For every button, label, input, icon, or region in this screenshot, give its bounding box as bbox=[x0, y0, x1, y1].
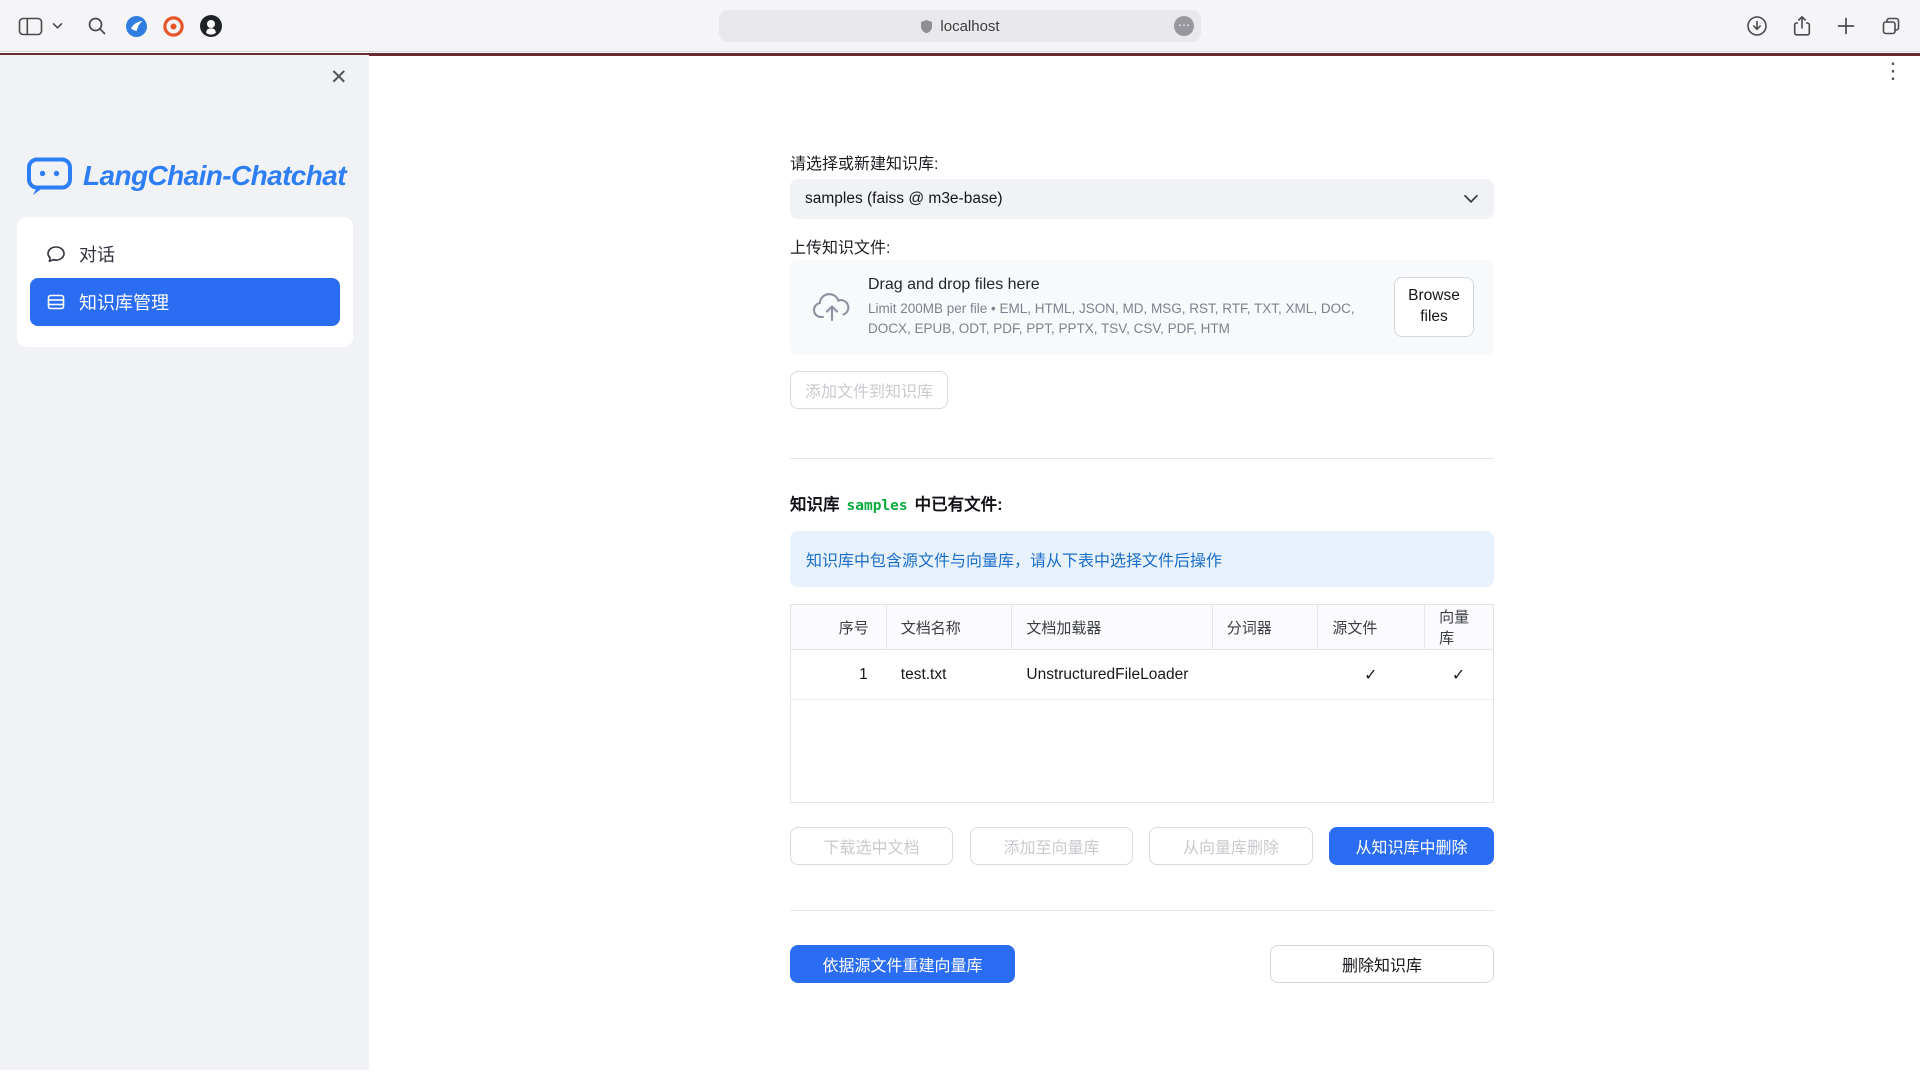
kb-select-label: 请选择或新建知识库: bbox=[790, 150, 938, 174]
info-text: 知识库中包含源文件与向量库，请从下表中选择文件后操作 bbox=[806, 547, 1222, 571]
cell-source-check: ✓ bbox=[1317, 650, 1424, 699]
logo-text: LangChain-Chatchat bbox=[83, 160, 346, 192]
rebuild-vector-store-button[interactable]: 依据源文件重建向量库 bbox=[790, 945, 1015, 983]
toolbar-left-group bbox=[14, 0, 223, 52]
browser-toolbar: localhost ⋯ bbox=[0, 0, 1920, 52]
delete-from-kb-button[interactable]: 从知识库中删除 bbox=[1329, 827, 1494, 865]
sidebar-panel-icon bbox=[18, 16, 43, 37]
kb-select-value: samples (faiss @ m3e-base) bbox=[805, 190, 1003, 208]
table-row[interactable]: 1 test.txt UnstructuredFileLoader ✓ ✓ bbox=[791, 650, 1493, 700]
share-icon bbox=[1792, 15, 1812, 37]
download-selected-button[interactable]: 下载选中文档 bbox=[790, 827, 953, 865]
chevron-down-icon bbox=[1463, 194, 1479, 204]
app-icon-blue[interactable] bbox=[125, 15, 148, 38]
plus-icon bbox=[1836, 16, 1856, 36]
column-header-loader[interactable]: 文档加载器 bbox=[1011, 605, 1211, 649]
column-header-source[interactable]: 源文件 bbox=[1317, 605, 1424, 649]
app-menu-button[interactable]: ⋮ bbox=[1882, 58, 1904, 84]
chevron-down-icon bbox=[52, 22, 63, 30]
screen: localhost ⋯ bbox=[0, 0, 1920, 1080]
sidebar-item-label: 对话 bbox=[79, 241, 115, 267]
sidebar-item-dialogue[interactable]: 对话 bbox=[30, 230, 340, 278]
address-bar[interactable]: localhost ⋯ bbox=[719, 10, 1201, 42]
download-icon bbox=[1746, 15, 1768, 37]
new-tab-button[interactable] bbox=[1832, 12, 1860, 40]
sidebar-toggle-chevron[interactable] bbox=[48, 18, 67, 34]
info-banner: 知识库中包含源文件与向量库，请从下表中选择文件后操作 bbox=[790, 531, 1494, 587]
add-files-button[interactable]: 添加文件到知识库 bbox=[790, 371, 948, 409]
app-logo: LangChain-Chatchat bbox=[26, 155, 346, 197]
column-header-filename[interactable]: 文档名称 bbox=[886, 605, 1012, 649]
chat-bubble-icon bbox=[46, 244, 66, 264]
sidebar: ✕ LangChain-Chatchat 对话 bbox=[0, 55, 369, 1070]
tabs-icon bbox=[1880, 15, 1902, 37]
downloads-button[interactable] bbox=[1742, 11, 1772, 41]
remove-from-vector-button[interactable]: 从向量库删除 bbox=[1149, 827, 1313, 865]
address-text: localhost bbox=[940, 18, 999, 35]
sidebar-item-kb-management[interactable]: 知识库管理 bbox=[30, 278, 340, 326]
github-app-icon[interactable] bbox=[199, 14, 223, 38]
cell-vector-check: ✓ bbox=[1424, 650, 1493, 699]
add-to-vector-button[interactable]: 添加至向量库 bbox=[970, 827, 1133, 865]
cell-splitter bbox=[1212, 650, 1318, 699]
files-heading-suffix: 中已有文件: bbox=[915, 496, 1003, 514]
files-table: 序号 文档名称 文档加载器 分词器 源文件 向量库 1 test.txt Uns… bbox=[790, 604, 1494, 803]
sidebar-close-button[interactable]: ✕ bbox=[330, 65, 348, 90]
toolbar-right-group bbox=[1742, 0, 1906, 52]
search-button[interactable] bbox=[83, 12, 111, 40]
app-icon-orange[interactable] bbox=[162, 15, 185, 38]
browse-files-button[interactable]: Browse files bbox=[1394, 277, 1474, 337]
files-heading-prefix: 知识库 bbox=[790, 496, 840, 514]
divider bbox=[790, 910, 1494, 911]
tab-overview-button[interactable] bbox=[1876, 11, 1906, 41]
kb-selectbox[interactable]: samples (faiss @ m3e-base) bbox=[790, 179, 1494, 219]
table-header-row: 序号 文档名称 文档加载器 分词器 源文件 向量库 bbox=[791, 605, 1493, 650]
file-dropzone[interactable]: Drag and drop files here Limit 200MB per… bbox=[790, 260, 1494, 355]
sidebar-item-label: 知识库管理 bbox=[79, 289, 169, 315]
search-icon bbox=[87, 16, 107, 36]
files-heading: 知识库 samples 中已有文件: bbox=[790, 491, 1003, 515]
upload-label: 上传知识文件: bbox=[790, 234, 890, 258]
sidebar-menu: 对话 知识库管理 bbox=[17, 217, 353, 347]
delete-kb-button[interactable]: 删除知识库 bbox=[1270, 945, 1494, 983]
dropzone-limit: Limit 200MB per file • EML, HTML, JSON, … bbox=[868, 299, 1398, 338]
divider bbox=[790, 458, 1494, 459]
site-shield-icon bbox=[920, 19, 933, 34]
cloud-upload-icon bbox=[812, 292, 852, 324]
kb-name-code: samples bbox=[847, 498, 908, 514]
cell-index: 1 bbox=[791, 650, 886, 699]
column-header-index[interactable]: 序号 bbox=[791, 605, 886, 649]
chat-logo-icon bbox=[26, 155, 73, 197]
knowledge-base-icon bbox=[46, 292, 66, 312]
cell-filename: test.txt bbox=[886, 650, 1012, 699]
dropzone-text: Drag and drop files here Limit 200MB per… bbox=[868, 276, 1398, 338]
column-header-vector[interactable]: 向量库 bbox=[1424, 605, 1493, 649]
column-header-splitter[interactable]: 分词器 bbox=[1212, 605, 1318, 649]
cell-loader: UnstructuredFileLoader bbox=[1011, 650, 1211, 699]
page-settings-icon[interactable]: ⋯ bbox=[1174, 16, 1194, 36]
dropzone-title: Drag and drop files here bbox=[868, 276, 1398, 294]
sidebar-toggle-button[interactable] bbox=[14, 12, 47, 41]
share-button[interactable] bbox=[1788, 11, 1816, 41]
